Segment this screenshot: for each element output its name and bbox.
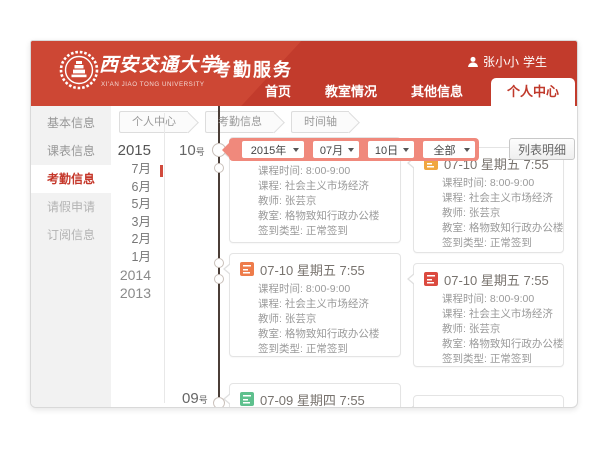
signin-stamp-icon xyxy=(240,392,254,406)
timeline-node xyxy=(214,163,224,173)
card-field: 教室: 格物致知行政办公楼 xyxy=(258,327,392,342)
day-marker-10: 10号 xyxy=(179,142,205,160)
rail-month-2[interactable]: 2月 xyxy=(109,231,157,249)
day-marker-09: 09号 xyxy=(182,390,208,408)
card-field: 课程: 社会主义市场经济 xyxy=(258,297,392,312)
app-window: 西安交通大学 XI'AN JIAO TONG UNIVERSITY 考勤服务 张… xyxy=(30,40,578,408)
filter-bar: 2015年 07月 10日 全部 xyxy=(229,138,479,161)
signin-stamp-icon xyxy=(240,262,254,276)
card-field: 教师: 张芸京 xyxy=(258,312,392,327)
attendance-card[interactable]: 07-10 星期五 7:55 课程时间: 8:00-9:00 课程: 社会主义市… xyxy=(413,147,564,253)
breadcrumb-personal-center[interactable]: 个人中心 xyxy=(119,111,188,133)
card-field: 课程时间: 8:00-9:00 xyxy=(258,164,392,179)
card-field: 课程: 社会主义市场经济 xyxy=(442,191,555,206)
day-dropdown[interactable]: 10日 xyxy=(368,141,414,158)
card-field: 签到类型: 正常签到 xyxy=(442,236,555,251)
card-field: 签到类型: 正常签到 xyxy=(258,342,392,357)
sidebar-item-subscription[interactable]: 订阅信息 xyxy=(31,221,111,249)
current-month-tick xyxy=(160,165,163,177)
sidebar-item-leave-request[interactable]: 请假申请 xyxy=(31,193,111,221)
card-field: 教师: 张芸京 xyxy=(258,194,392,209)
card-date: 07-10 星期五 7:55 xyxy=(260,260,365,279)
breadcrumb-attendance[interactable]: 考勤信息 xyxy=(205,111,274,133)
sidebar-item-schedule[interactable]: 课表信息 xyxy=(31,137,111,165)
chevron-down-icon xyxy=(348,148,354,155)
chevron-down-icon xyxy=(293,148,299,155)
rail-month-3[interactable]: 3月 xyxy=(109,214,157,232)
nav-item-personal-center[interactable]: 个人中心 xyxy=(491,78,575,106)
card-field: 教师: 张芸京 xyxy=(442,206,555,221)
card-field: 课程时间: 8:00-9:00 xyxy=(258,282,392,297)
app-header: 西安交通大学 XI'AN JIAO TONG UNIVERSITY 考勤服务 张… xyxy=(31,41,577,106)
rail-divider xyxy=(164,113,165,403)
timeline-node xyxy=(213,397,225,408)
university-name-cn: 西安交通大学 xyxy=(99,50,219,77)
card-field: 签到类型: 正常签到 xyxy=(442,352,555,367)
attendance-card[interactable]: 07-10 星期五 7:55 课程时间: 8:00-9:00 课程: 社会主义市… xyxy=(229,253,401,357)
timeline-node xyxy=(214,258,224,268)
user-menu[interactable]: 张小小 学生 xyxy=(467,53,547,70)
signin-stamp-icon xyxy=(424,272,438,286)
card-field: 课程: 社会主义市场经济 xyxy=(258,179,392,194)
nav-item-home[interactable]: 首页 xyxy=(263,78,293,106)
card-field: 教师: 张芸京 xyxy=(442,322,555,337)
rail-month-6[interactable]: 6月 xyxy=(109,179,157,197)
person-icon xyxy=(467,56,479,68)
sidebar: 基本信息 课表信息 考勤信息 请假申请 订阅信息 xyxy=(31,106,111,407)
chevron-down-icon xyxy=(464,148,470,155)
card-field: 教室: 格物致知行政办公楼 xyxy=(442,337,555,352)
rail-year-2015[interactable]: 2015 xyxy=(109,141,157,161)
type-dropdown[interactable]: 全部 xyxy=(423,141,475,158)
breadcrumb-timeline[interactable]: 时间轴 xyxy=(291,111,349,133)
university-name-en: XI'AN JIAO TONG UNIVERSITY xyxy=(101,81,205,88)
year-dropdown[interactable]: 2015年 xyxy=(242,141,304,158)
slide-canvas: 西安交通大学 XI'AN JIAO TONG UNIVERSITY 考勤服务 张… xyxy=(0,0,600,450)
attendance-card[interactable]: 07-09 星期四 7:55 xyxy=(229,383,401,408)
card-field: 教室: 格物致知行政办公楼 xyxy=(442,221,555,236)
chevron-down-icon xyxy=(403,148,409,155)
card-field: 课程时间: 8:00-9:00 xyxy=(442,292,555,307)
attendance-card[interactable]: 07-10 星期五 7:55 课程时间: 8:00-9:00 课程: 社会主义市… xyxy=(413,263,564,367)
sidebar-item-basic-info[interactable]: 基本信息 xyxy=(31,109,111,137)
timeline-node xyxy=(214,274,224,284)
rail-year-2013[interactable]: 2013 xyxy=(109,284,157,302)
card-date: 07-09 星期四 7:55 xyxy=(260,390,365,409)
nav-item-classrooms[interactable]: 教室情况 xyxy=(323,78,379,106)
card-date: 07-10 星期五 7:55 xyxy=(444,270,549,289)
attendance-card-partial[interactable] xyxy=(413,395,564,408)
rail-month-1[interactable]: 1月 xyxy=(109,249,157,267)
university-logo-icon xyxy=(59,50,99,90)
user-role: 学生 xyxy=(523,53,547,70)
card-field: 课程: 社会主义市场经济 xyxy=(442,307,555,322)
month-dropdown[interactable]: 07月 xyxy=(313,141,359,158)
breadcrumb: 个人中心 考勤信息 时间轴 xyxy=(119,111,349,133)
card-field: 课程时间: 8:00-9:00 xyxy=(442,176,555,191)
nav-item-other-info[interactable]: 其他信息 xyxy=(409,78,465,106)
card-field: 签到类型: 正常签到 xyxy=(258,224,392,239)
sidebar-item-attendance[interactable]: 考勤信息 xyxy=(31,165,111,193)
timeline-year-rail: 2015 7月 6月 5月 3月 2月 1月 2014 2013 xyxy=(109,141,157,302)
main-nav: 首页 教室情况 其他信息 个人中心 xyxy=(233,78,575,106)
rail-month-7[interactable]: 7月 xyxy=(109,161,157,179)
user-name: 张小小 xyxy=(483,53,519,70)
card-field: 教室: 格物致知行政办公楼 xyxy=(258,209,392,224)
rail-month-5[interactable]: 5月 xyxy=(109,196,157,214)
rail-year-2014[interactable]: 2014 xyxy=(109,266,157,284)
list-detail-button[interactable]: 列表明细 xyxy=(509,138,575,160)
